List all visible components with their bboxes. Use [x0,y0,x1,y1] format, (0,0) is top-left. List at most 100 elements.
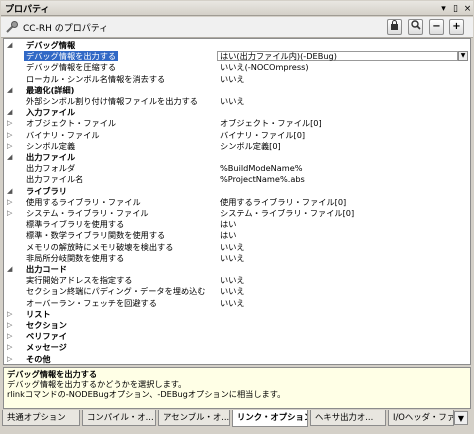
collapse-arrow-icon[interactable]: ◢ [7,40,15,50]
property-row[interactable]: 標準ライブラリを使用する はい [4,219,470,229]
category-row[interactable]: ▷ メッセージ [4,342,470,352]
property-name: 実行開始アドレスを指定する [26,275,133,286]
category-row[interactable]: ◢ 最適化(詳細) [4,85,470,95]
property-value[interactable]: いいえ [220,298,245,308]
category-row[interactable]: ▷ リスト [4,309,470,319]
property-row[interactable]: セクション終端にパディング・データを埋め込む いいえ [4,286,470,296]
property-row[interactable]: メモリの解放時にメモリ破壊を検出する いいえ [4,242,470,252]
property-row[interactable]: ▷ 使用するライブラリ・ファイル 使用するライブラリ・ファイル[0] [4,197,470,207]
property-name: 最適化(詳細) [26,84,75,95]
property-value[interactable]: %BuildModeName% [220,163,303,173]
property-row[interactable]: ▷ オブジェクト・ファイル オブジェクト・ファイル[0] [4,118,470,128]
category-row[interactable]: ▷ セクション [4,320,470,330]
lock-button[interactable] [387,19,402,35]
property-name: 外部シンボル割り付け情報ファイルを出力する [26,96,198,106]
property-name: その他 [26,353,51,364]
tab-2[interactable]: アセンブル・オ... [158,410,230,426]
property-name: オブジェクト・ファイル [26,118,117,129]
property-value[interactable]: いいえ [220,96,245,106]
property-row[interactable]: 出力フォルダ %BuildModeName% [4,163,470,173]
property-name: 入力ファイル [26,107,76,118]
description-line-1: デバッグ情報を出力するかどうかを選択します。 [7,379,187,389]
property-value[interactable]: システム・ライブラリ・ファイル[0] [220,208,354,218]
property-value[interactable]: シンボル定義[0] [220,141,281,151]
title-bar: プロパティ ▾ ▯ × [1,1,473,16]
property-row[interactable]: デバッグ情報を圧縮する いいえ(-NOCOmpress) [4,62,470,72]
description-line-2: rlinkコマンドの-NODEBugオプション、-DEBugオプションに相当しま… [7,389,286,399]
property-row[interactable]: 標準・数学ライブラリ関数を使用する はい [4,230,470,240]
property-name: セクション [26,320,67,330]
collapse-arrow-icon[interactable]: ◢ [7,107,15,117]
property-value[interactable]: はい(出力ファイル内)(-DEBug) [217,51,458,62]
property-value[interactable]: 使用するライブラリ・ファイル[0] [220,197,346,207]
property-name: 出力コード [26,264,67,274]
property-name: デバッグ情報を圧縮する [26,62,117,73]
collapse-arrow-icon[interactable]: ◢ [7,152,15,162]
tab-0[interactable]: 共通オプション [2,410,80,426]
property-value[interactable]: バイナリ・ファイル[0] [220,130,305,140]
property-row[interactable]: 外部シンボル割り付け情報ファイルを出力する いいえ [4,96,470,106]
property-name: 出力フォルダ [26,163,76,174]
property-row[interactable]: ▷ システム・ライブラリ・ファイル システム・ライブラリ・ファイル[0] [4,208,470,218]
property-row[interactable]: ▷ シンボル定義 シンボル定義[0] [4,141,470,151]
property-value[interactable]: いいえ [220,242,245,252]
property-row[interactable]: ローカル・シンボル名情報を消去する いいえ [4,74,470,84]
close-icon[interactable]: × [461,2,474,14]
property-row[interactable]: オーバーラン・フェッチを回避する いいえ [4,298,470,308]
expand-arrow-icon[interactable]: ▷ [7,342,15,352]
tab-scroll-icon[interactable]: ▼ [454,411,468,425]
category-row[interactable]: ◢ 入力ファイル [4,107,470,117]
property-name: システム・ライブラリ・ファイル [26,208,149,218]
collapse-arrow-icon[interactable]: ◢ [7,85,15,95]
expand-arrow-icon[interactable]: ▷ [7,208,15,218]
expand-arrow-icon[interactable]: ▷ [7,141,15,151]
property-value[interactable]: はい [220,219,236,229]
property-value[interactable]: いいえ [220,286,245,296]
expand-arrow-icon[interactable]: ▷ [7,320,15,330]
property-grid[interactable]: ◢ デバッグ情報 デバッグ情報を出力する はい(出力ファイル内)(-DEBug) ▼ デバ… [3,38,471,365]
property-value[interactable]: オブジェクト・ファイル[0] [220,118,322,128]
property-name: シンボル定義 [26,140,76,151]
collapse-button[interactable]: − [429,19,444,35]
description-panel: デバッグ情報を出力する デバッグ情報を出力するかどうかを選択します。 rlink… [3,367,471,409]
category-row[interactable]: ◢ ライブラリ [4,186,470,196]
property-name: セクション終端にパディング・データを埋め込む [26,286,206,297]
property-row[interactable]: 非局所分岐関数を使用する いいえ [4,253,470,263]
property-value[interactable]: いいえ(-NOCOmpress) [220,62,309,72]
search-button[interactable] [408,19,423,35]
expand-arrow-icon[interactable]: ▷ [7,309,15,319]
category-row[interactable]: ▷ その他 [4,354,470,364]
property-value[interactable]: いいえ [220,253,245,263]
property-row[interactable]: 出力ファイル名 %ProjectName%.abs [4,174,470,184]
property-name: 使用するライブラリ・ファイル [26,196,141,207]
toolbar: CC-RH のプロパティ − + [1,17,473,38]
tab-4[interactable]: ヘキサ出力オ... [310,410,386,426]
property-value[interactable]: %ProjectName%.abs [220,174,305,184]
property-row[interactable]: ▷ バイナリ・ファイル バイナリ・ファイル[0] [4,130,470,140]
property-row[interactable]: デバッグ情報を出力する はい(出力ファイル内)(-DEBug) ▼ [4,51,470,62]
dropdown-arrow-icon[interactable]: ▼ [458,51,468,62]
tab-1[interactable]: コンパイル・オ... [82,410,156,426]
expand-button[interactable]: + [449,19,464,35]
tab-3[interactable]: リンク・オプション [232,410,308,427]
property-name: 標準・数学ライブラリ関数を使用する [26,230,166,241]
category-row[interactable]: ▷ ベリファイ [4,331,470,341]
category-row[interactable]: ◢ 出力コード [4,264,470,274]
collapse-arrow-icon[interactable]: ◢ [7,186,15,196]
expand-arrow-icon[interactable]: ▷ [7,197,15,207]
property-row[interactable]: 実行開始アドレスを指定する いいえ [4,275,470,285]
property-value[interactable]: はい [220,230,236,240]
expand-arrow-icon[interactable]: ▷ [7,130,15,140]
lock-icon [391,20,398,30]
category-row[interactable]: ◢ デバッグ情報 [4,40,470,50]
category-row[interactable]: ◢ 出力ファイル [4,152,470,162]
tab-5[interactable]: I/Oヘッダ・ファ... [388,410,454,426]
expand-arrow-icon[interactable]: ▷ [7,331,15,341]
property-name: メッセージ [26,342,67,353]
expand-arrow-icon[interactable]: ▷ [7,118,15,128]
search-icon [410,20,421,30]
property-value[interactable]: いいえ [220,275,245,285]
collapse-arrow-icon[interactable]: ◢ [7,264,15,274]
property-value[interactable]: いいえ [220,74,245,84]
expand-arrow-icon[interactable]: ▷ [7,354,15,364]
